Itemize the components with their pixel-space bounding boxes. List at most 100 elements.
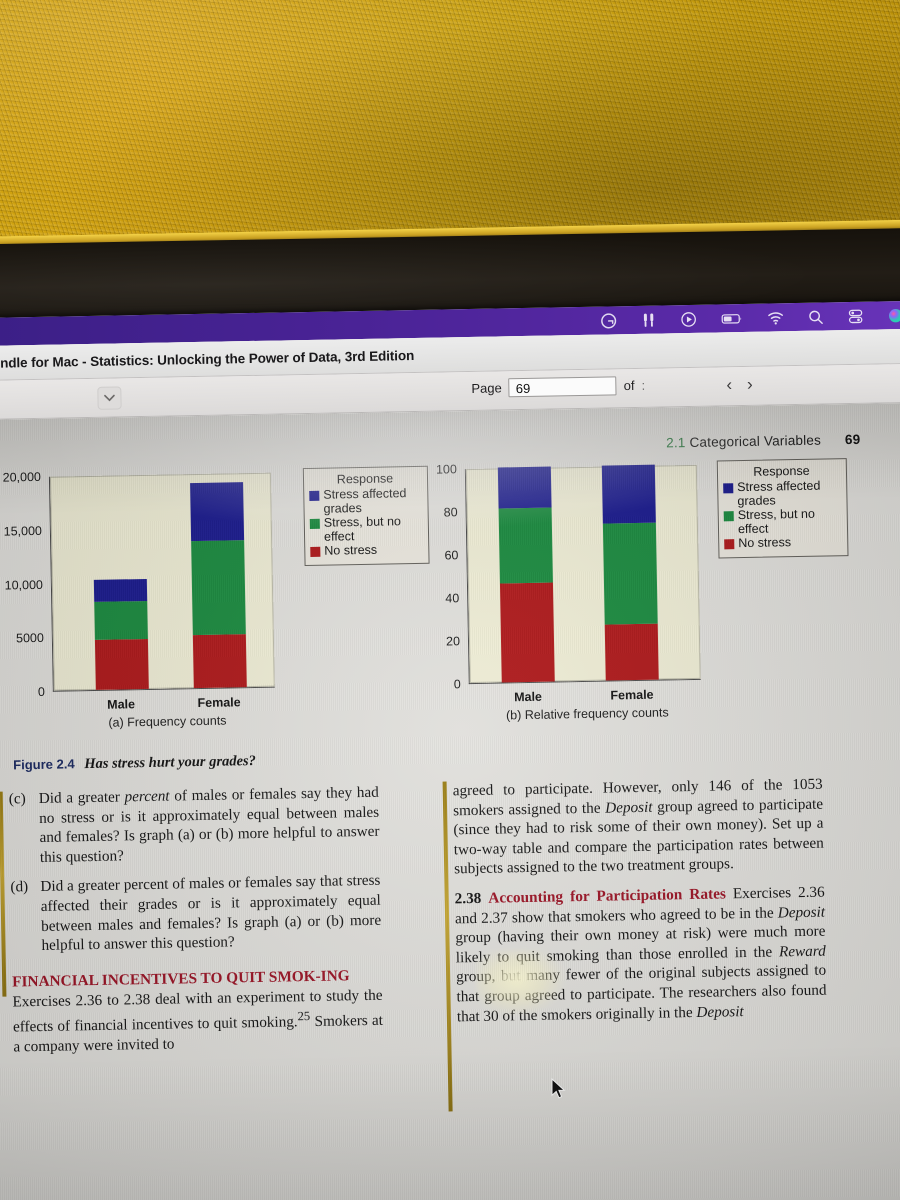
- chart-a-legend-item-no-stress: No stress: [310, 543, 422, 559]
- legend-swatch-blue-icon: [309, 490, 320, 501]
- exercise-number-2-38: 2.38: [454, 889, 482, 908]
- of-label: of: [623, 377, 635, 394]
- legend-swatch-green-icon: [309, 518, 320, 529]
- right-column-paragraph-2: 2.38 Accounting for Participation Rates …: [455, 883, 827, 1027]
- wifi-icon[interactable]: [767, 309, 784, 326]
- chart-b-ytick-0: 0: [453, 677, 461, 692]
- page-number-input[interactable]: 69: [508, 376, 617, 398]
- exercise-item-c: (c) Did a greater percent of males or fe…: [9, 783, 380, 868]
- exercise-item-d-text: Did a greater percent of males or female…: [40, 872, 382, 955]
- chart-a-ytick-15000: 15,000: [3, 523, 43, 539]
- chart-b-xlabel-male: Male: [514, 689, 543, 705]
- background-wall: [0, 0, 900, 248]
- chart-b-female-stress-affected: [601, 464, 656, 524]
- chart-b-female-stress-no-effect: [602, 522, 658, 625]
- laptop-screen: Kindle for Mac - Statistics: Unlocking t…: [0, 300, 900, 1200]
- running-head-page-number: 69: [844, 431, 861, 448]
- chart-a-female-stress-affected: [190, 481, 245, 541]
- legend-swatch-red-icon: [724, 539, 735, 550]
- exercise-item-c-tag: (c): [8, 790, 26, 808]
- book-page: 2.1 Categorical Variables 69 20,000 15,0…: [0, 402, 900, 1200]
- chart-a-ytick-0: 0: [37, 684, 45, 699]
- toolbar-chevron-down-button[interactable]: [97, 386, 122, 410]
- chart-a-female-no-stress: [192, 634, 247, 689]
- chart-b-relative-frequency-counts: 100 80 60 40 20 0 Male Female (b) Relati…: [413, 455, 718, 730]
- chart-a-subtitle: (a) Frequency counts: [108, 713, 227, 730]
- chart-a-ytick-5000: 5000: [15, 631, 45, 646]
- kindle-window: Kindle for Mac - Statistics: Unlocking t…: [0, 328, 900, 1200]
- total-pages-label: :: [641, 377, 646, 393]
- chart-a-bar-male: [93, 579, 149, 690]
- chart-b-xlabel-female: Female: [610, 687, 654, 703]
- chart-b-male-no-stress: [499, 582, 555, 683]
- legend-swatch-blue-icon: [723, 483, 734, 494]
- window-title: Kindle for Mac - Statistics: Unlocking t…: [0, 347, 415, 371]
- chart-b-legend-item-stress-no-effect: Stress, but no effect: [723, 506, 841, 536]
- chart-b-legend-item-no-stress: No stress: [724, 535, 841, 551]
- spotlight-search-icon[interactable]: [807, 308, 824, 325]
- chart-a-legend-item-stress-affected: Stress affected grades: [309, 486, 421, 516]
- body-columns: (c) Did a greater percent of males or fe…: [0, 773, 894, 1200]
- left-column-paragraph: Exercises 2.36 to 2.38 deal with an expe…: [12, 986, 384, 1055]
- right-column-paragraph-1: agreed to participate. However, only 146…: [452, 775, 824, 878]
- chart-b-ytick-60: 60: [444, 548, 459, 563]
- exercise-item-d-tag: (d): [10, 878, 29, 896]
- battery-icon[interactable]: [720, 309, 744, 326]
- chart-b-legend: Response Stress affected grades Stress, …: [716, 458, 849, 558]
- chart-b-male-stress-no-effect: [498, 507, 553, 584]
- exercise-title-2-38: Accounting for Participation Rates: [488, 885, 727, 907]
- figure-caption-number: Figure 2.4: [13, 756, 75, 773]
- chart-b-legend-label-2: No stress: [738, 535, 792, 551]
- page-label: Page: [471, 380, 502, 396]
- page-arrows: ‹ ›: [726, 375, 753, 395]
- control-center-icon[interactable]: [847, 307, 864, 324]
- left-column: (c) Did a greater percent of males or fe…: [9, 783, 384, 1067]
- chart-b-ytick-80: 80: [443, 505, 458, 520]
- figure-caption-text: Has stress hurt your grades?: [84, 752, 256, 773]
- chart-a-female-stress-no-effect: [191, 539, 246, 636]
- chart-b-legend-label-0: Stress affected grades: [737, 478, 821, 508]
- chart-b-bar-female: [601, 464, 659, 681]
- chart-b-ytick-40: 40: [445, 591, 460, 606]
- chart-b-legend-title: Response: [753, 463, 810, 479]
- left-column-rule: [0, 791, 7, 997]
- chart-b-bar-male: [497, 466, 555, 683]
- chart-a-legend-label-2: No stress: [324, 542, 378, 558]
- running-head: 2.1 Categorical Variables 69: [666, 432, 860, 451]
- chart-a-male-stress-no-effect: [94, 600, 148, 640]
- airpods-icon[interactable]: [640, 311, 657, 328]
- chart-b-ytick-20: 20: [445, 634, 461, 649]
- chart-a-plot-area: [48, 472, 275, 692]
- chart-b-female-no-stress: [604, 623, 659, 681]
- previous-page-button[interactable]: ‹: [726, 375, 732, 395]
- exercise-item-c-text: Did a greater percent of males or female…: [38, 783, 380, 866]
- chart-a-male-no-stress: [94, 638, 149, 690]
- chart-a-y-axis: 20,000 15,000 10,000 5000 0: [0, 470, 49, 699]
- siri-icon[interactable]: [887, 307, 900, 324]
- right-column: agreed to participate. However, only 146…: [453, 775, 828, 1037]
- chart-b-legend-label-1: Stress, but no effect: [737, 506, 815, 536]
- chart-a-legend-item-stress-no-effect: Stress, but no effect: [309, 514, 422, 544]
- grammarly-icon[interactable]: [600, 312, 617, 329]
- chart-a-male-stress-affected: [93, 579, 148, 602]
- exercise-item-d: (d) Did a greater percent of males or fe…: [10, 871, 381, 956]
- running-head-title: Categorical Variables: [689, 432, 822, 450]
- chevron-down-icon: [104, 394, 115, 402]
- chart-b-legend-item-stress-affected: Stress affected grades: [723, 479, 840, 508]
- mouse-cursor-icon: [551, 1078, 566, 1099]
- chart-a-legend-title: Response: [336, 471, 394, 487]
- running-head-section: 2.1: [666, 435, 686, 451]
- screen-record-icon[interactable]: [680, 310, 697, 327]
- photo-of-laptop-screen: Kindle for Mac - Statistics: Unlocking t…: [0, 0, 900, 1200]
- chart-a-frequency-counts: 20,000 15,000 10,000 5000 0 Male Female …: [0, 462, 324, 738]
- chart-b-subtitle: (b) Relative frequency counts: [505, 705, 669, 723]
- chart-b-male-stress-affected: [497, 466, 552, 509]
- next-page-button[interactable]: ›: [747, 375, 753, 395]
- chart-a-legend-label-0: Stress affected grades: [323, 486, 407, 516]
- figure-caption: Figure 2.4 Has stress hurt your grades?: [13, 753, 256, 774]
- chart-b-ytick-100: 100: [435, 462, 457, 477]
- legend-swatch-green-icon: [723, 511, 734, 522]
- chart-b-y-axis: 100 80 60 40 20 0: [409, 462, 465, 691]
- chart-a-bar-female: [190, 481, 247, 689]
- chart-a-legend-label-1: Stress, but no effect: [323, 514, 402, 544]
